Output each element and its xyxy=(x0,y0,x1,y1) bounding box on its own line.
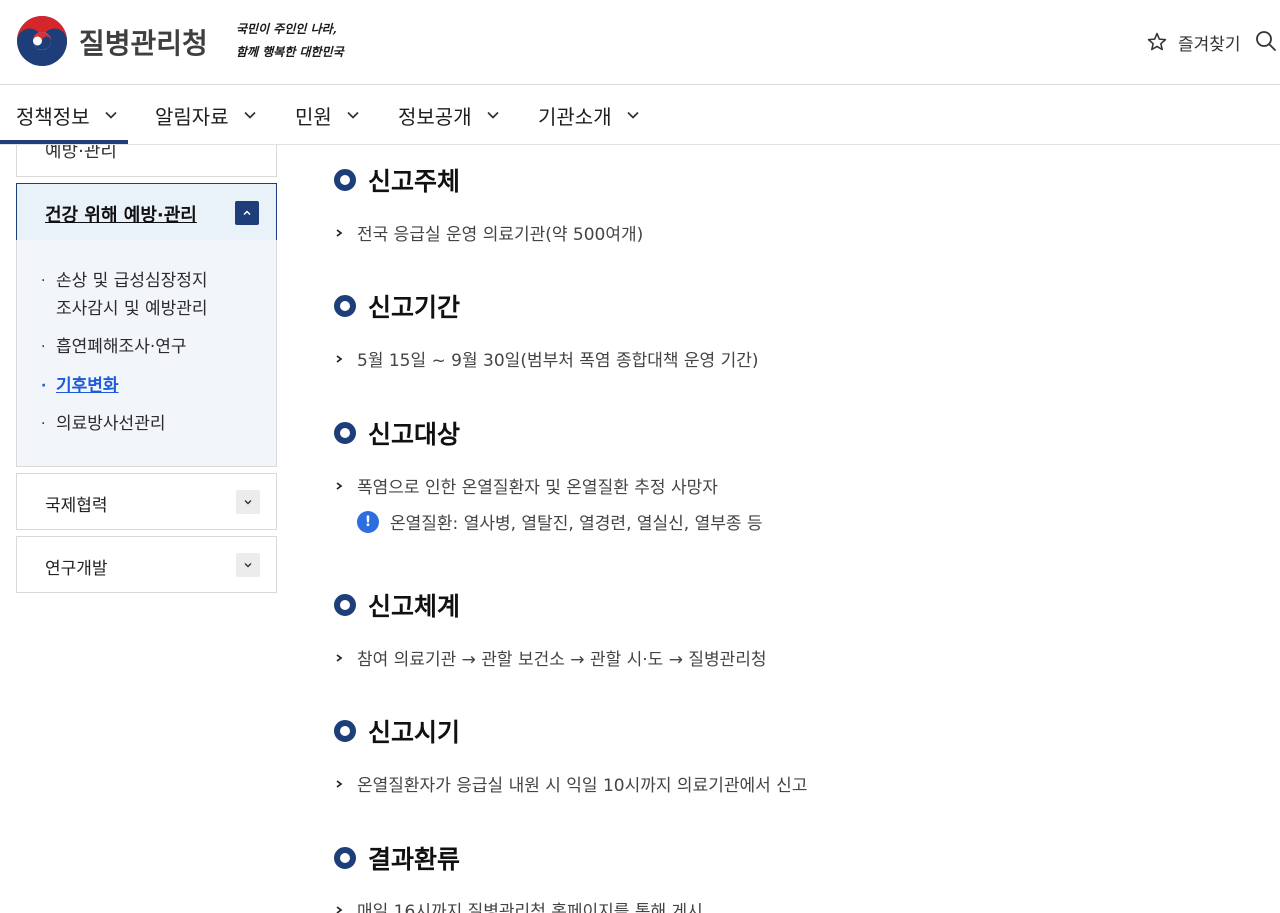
submenu-item-label: 흡연폐해조사·연구 xyxy=(56,337,187,357)
slogan-line-2: 함께 행복한 대한민국 xyxy=(236,45,344,59)
bullet-dot: · xyxy=(41,339,46,355)
nav-item-about[interactable]: 기관소개 xyxy=(538,85,640,145)
section-line-text: 5월 15일 ~ 9월 30일(범부처 폭염 종합대책 운영 기간) xyxy=(357,351,759,371)
nav-item-notices[interactable]: 알림자료 xyxy=(155,85,257,145)
submenu-item-smoking[interactable]: · 흡연폐해조사·연구 xyxy=(41,333,187,361)
bullet-dot: · xyxy=(41,416,46,432)
section-title-text: 신고기간 xyxy=(368,293,461,322)
section-title-system: 신고체계 xyxy=(334,587,460,623)
submenu-item-label-line2: 조사감시 및 예방관리 xyxy=(56,299,208,319)
search-icon[interactable] xyxy=(1254,29,1278,53)
sidebar-item-health-hazard[interactable]: 건강 위해 예방·관리 xyxy=(16,183,277,241)
section-note: ! 온열질환: 열사병, 열탈진, 열경련, 열실신, 열부종 등 xyxy=(357,509,763,534)
favorites-button[interactable]: 즐겨찾기 xyxy=(1146,30,1241,55)
nav-item-label: 정책정보 xyxy=(16,104,90,129)
nav-item-label: 알림자료 xyxy=(155,104,229,129)
sidebar-item-label: 예방·관리 xyxy=(45,145,117,162)
section-line: 5월 15일 ~ 9월 30일(범부처 폭염 종합대책 운영 기간) xyxy=(334,346,759,371)
exclamation-icon: ! xyxy=(357,510,379,533)
nav-item-civil[interactable]: 민원 xyxy=(295,85,360,145)
section-note-text: 온열질환: 열사병, 열탈진, 열경련, 열실신, 열부종 등 xyxy=(390,514,763,534)
submenu-item-label: 의료방사선관리 xyxy=(56,414,166,434)
section-line-text: 온열질환자가 응급실 내원 시 익일 10시까지 의료기관에서 신고 xyxy=(357,776,808,796)
section-title-text: 신고주체 xyxy=(368,167,461,196)
slogan-line-1: 국민이 주인인 나라, xyxy=(236,22,337,36)
submenu-item-injury[interactable]: · 손상 및 급성심장정지 조사감시 및 예방관리 xyxy=(41,267,208,323)
site-header: 질병관리청 국민이 주인인 나라, 함께 행복한 대한민국 즐겨찾기 xyxy=(0,0,1280,85)
sidebar-item-research[interactable]: 연구개발 xyxy=(16,536,277,593)
section-title-text: 신고시기 xyxy=(368,718,461,747)
section-line-text: 참여 의료기관 → 관할 보건소 → 관할 시·도 → 질병관리청 xyxy=(357,650,767,670)
section-line-text: 폭염으로 인한 온열질환자 및 온열질환 추정 사망자 xyxy=(357,478,718,498)
chevron-down-icon xyxy=(487,111,499,119)
chevron-right-icon xyxy=(336,779,343,788)
section-title-text: 신고대상 xyxy=(368,420,461,449)
section-title-text: 신고체계 xyxy=(368,592,461,621)
ring-bullet-icon xyxy=(334,169,356,191)
main-nav: 정책정보 알림자료 민원 정보공개 기관소개 xyxy=(0,85,1280,145)
submenu-item-label: 손상 및 급성심장정지 xyxy=(56,271,208,291)
sidebar-item-label: 국제협력 xyxy=(45,496,108,516)
ring-bullet-icon xyxy=(334,594,356,616)
collapse-button[interactable] xyxy=(235,201,259,225)
chevron-up-icon xyxy=(243,210,251,216)
section-line-text: 전국 응급실 운영 의료기관(약 500여개) xyxy=(357,225,644,245)
bullet-dot: · xyxy=(41,273,46,289)
submenu-item-climate[interactable]: · 기후변화 xyxy=(41,372,119,400)
nav-item-policy[interactable]: 정책정보 xyxy=(16,85,118,145)
sidebar-item-label: 건강 위해 예방·관리 xyxy=(45,205,197,226)
submenu-item-label: 기후변화 xyxy=(56,376,119,396)
submenu-item-radiation[interactable]: · 의료방사선관리 xyxy=(41,410,165,438)
bullet-dot: · xyxy=(41,378,47,394)
expand-button[interactable] xyxy=(236,490,260,514)
nav-item-label: 기관소개 xyxy=(538,104,612,129)
section-line: 온열질환자가 응급실 내원 시 익일 10시까지 의료기관에서 신고 xyxy=(334,771,807,796)
favorites-label: 즐겨찾기 xyxy=(1178,34,1241,55)
chevron-down-icon xyxy=(105,111,117,119)
nav-item-label: 정보공개 xyxy=(398,104,472,129)
ring-bullet-icon xyxy=(334,720,356,742)
nav-item-label: 민원 xyxy=(295,104,332,129)
ring-bullet-icon xyxy=(334,422,356,444)
section-line-text: 매일 16시까지 질병관리청 홈페이지를 통해 게시 xyxy=(357,902,703,913)
chevron-right-icon xyxy=(336,354,343,363)
nav-active-indicator xyxy=(0,140,128,144)
section-title-text: 결과환류 xyxy=(368,845,461,874)
sidebar-item-prevention[interactable]: 예방·관리 xyxy=(16,145,277,177)
chevron-down-icon xyxy=(347,111,359,119)
slogan: 국민이 주인인 나라, 함께 행복한 대한민국 xyxy=(236,18,344,64)
nav-item-disclosure[interactable]: 정보공개 xyxy=(398,85,500,145)
government-emblem-icon[interactable] xyxy=(16,15,68,67)
star-icon xyxy=(1147,32,1167,51)
chevron-down-icon xyxy=(244,563,252,568)
section-line: 참여 의료기관 → 관할 보건소 → 관할 시·도 → 질병관리청 xyxy=(334,645,767,670)
section-title-reporter: 신고주체 xyxy=(334,162,460,198)
sidebar-item-label: 연구개발 xyxy=(45,559,108,579)
sidebar-submenu: · 손상 및 급성심장정지 조사감시 및 예방관리 · 흡연폐해조사·연구 · … xyxy=(16,240,277,467)
section-line: 매일 16시까지 질병관리청 홈페이지를 통해 게시 xyxy=(334,897,703,913)
sidebar-item-international[interactable]: 국제협력 xyxy=(16,473,277,530)
chevron-right-icon xyxy=(336,905,343,913)
section-title-timing: 신고시기 xyxy=(334,713,460,749)
chevron-right-icon xyxy=(336,653,343,662)
site-logo-text[interactable]: 질병관리청 xyxy=(79,22,208,62)
chevron-down-icon xyxy=(627,111,639,119)
ring-bullet-icon xyxy=(334,847,356,869)
chevron-right-icon xyxy=(336,228,343,237)
section-line: 폭염으로 인한 온열질환자 및 온열질환 추정 사망자 xyxy=(334,473,718,498)
ring-bullet-icon xyxy=(334,295,356,317)
chevron-right-icon xyxy=(336,481,343,490)
chevron-down-icon xyxy=(244,111,256,119)
section-title-feedback: 결과환류 xyxy=(334,840,460,876)
section-line: 전국 응급실 운영 의료기관(약 500여개) xyxy=(334,220,643,245)
chevron-down-icon xyxy=(244,500,252,505)
section-title-target: 신고대상 xyxy=(334,415,460,451)
expand-button[interactable] xyxy=(236,553,260,577)
section-title-period: 신고기간 xyxy=(334,288,460,324)
